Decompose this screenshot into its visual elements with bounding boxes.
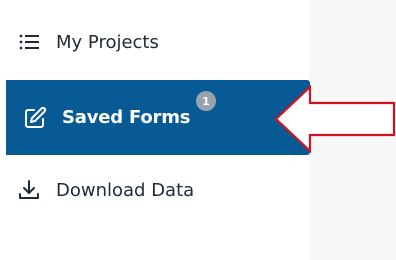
edit-form-icon: [22, 105, 48, 131]
sidebar-item-label: Download Data: [56, 179, 195, 201]
sidebar-item-saved-forms[interactable]: Saved Forms 1: [6, 80, 310, 155]
sidebar-item-label: Saved Forms: [62, 107, 191, 128]
sidebar: My Projects Saved Forms 1 Download Data: [0, 0, 310, 260]
sidebar-item-download-data[interactable]: Download Data: [6, 170, 310, 210]
sidebar-item-my-projects[interactable]: My Projects: [6, 22, 310, 62]
annotation-arrow-icon: [274, 85, 396, 154]
notification-badge: 1: [196, 91, 216, 111]
list-icon: [16, 29, 42, 55]
sidebar-item-label: My Projects: [56, 31, 159, 53]
download-icon: [16, 177, 42, 203]
